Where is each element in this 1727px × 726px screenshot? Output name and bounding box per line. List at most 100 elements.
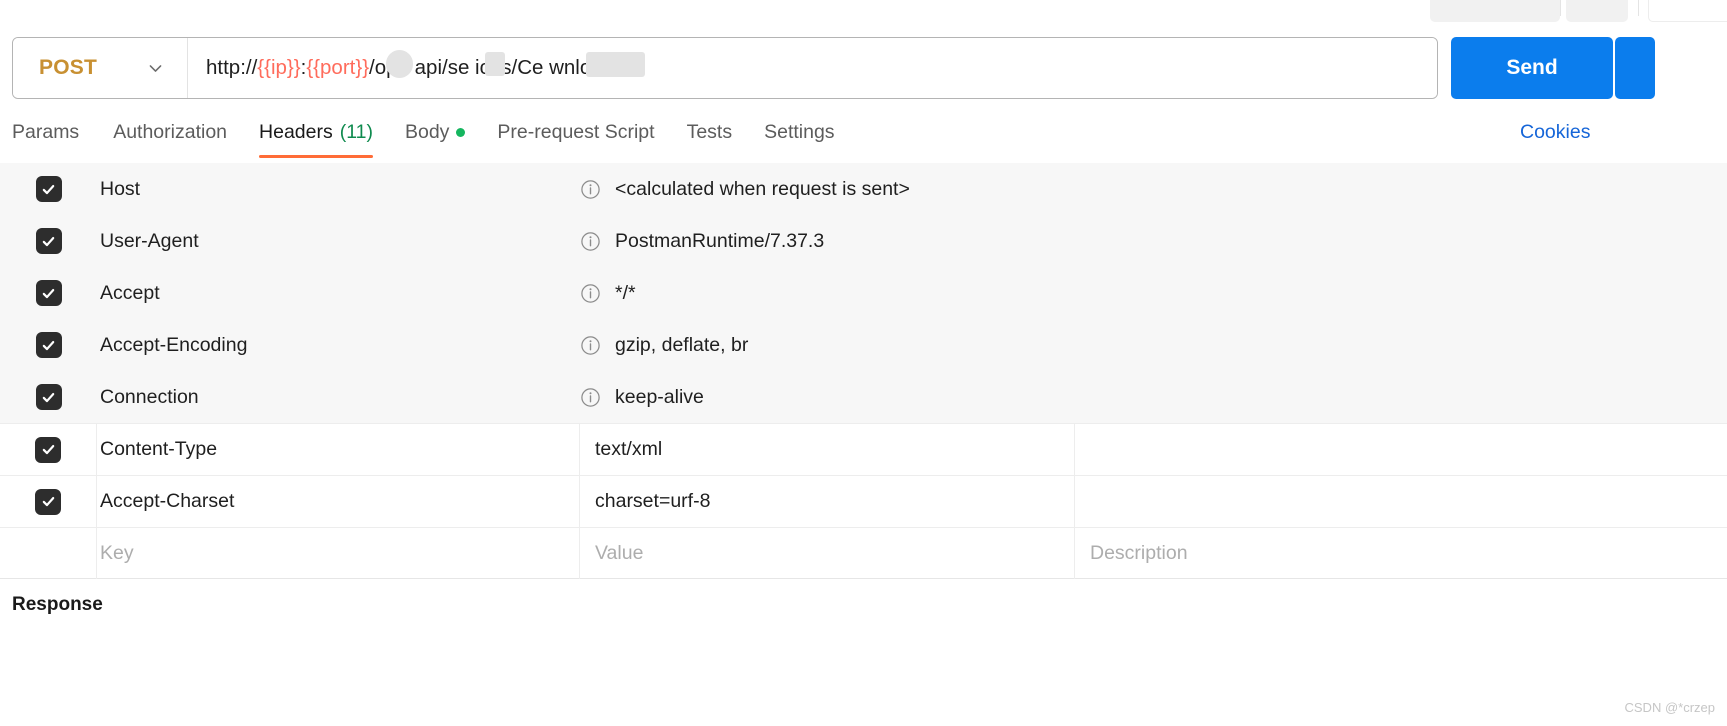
header-key-cell[interactable]: Accept-Charset <box>97 475 580 528</box>
header-value-cell[interactable]: keep-alive <box>580 371 1075 423</box>
new-header-value-input[interactable]: Value <box>580 527 1075 579</box>
tab-headers[interactable]: Headers (11) <box>259 118 373 158</box>
info-circle-icon[interactable] <box>580 387 601 408</box>
tab-body[interactable]: Body <box>404 118 466 158</box>
tab-label: Body <box>404 121 450 143</box>
header-key-cell[interactable]: Accept-Encoding <box>97 319 580 371</box>
header-enabled-cell <box>0 423 97 476</box>
url-variable-ip: {{ip}} <box>257 56 301 79</box>
header-value-cell[interactable]: PostmanRuntime/7.37.3 <box>580 215 1075 267</box>
header-enabled-cell <box>0 384 97 410</box>
header-description-cell[interactable] <box>1075 371 1727 423</box>
header-enabled-checkbox[interactable] <box>35 176 62 202</box>
header-value-cell[interactable]: <calculated when request is sent> <box>580 163 1075 215</box>
header-description-cell[interactable] <box>1075 215 1727 267</box>
header-enabled-cell <box>0 176 97 202</box>
header-description-cell[interactable] <box>1075 267 1727 319</box>
tab-authorization[interactable]: Authorization <box>113 118 227 158</box>
table-row[interactable]: Connection keep-alive <box>0 371 1727 423</box>
header-enabled-checkbox[interactable] <box>35 488 61 515</box>
header-value-cell[interactable]: gzip, deflate, br <box>580 319 1075 371</box>
watermark: CSDN @*crzep <box>1624 700 1716 715</box>
header-value-cell[interactable]: charset=urf-8 <box>580 475 1075 528</box>
tab-tests[interactable]: Tests <box>687 118 733 158</box>
header-enabled-checkbox[interactable] <box>35 228 62 254</box>
cookies-link[interactable]: Cookies <box>1520 121 1590 144</box>
table-row[interactable]: Host <calculated when request is sent> <box>0 163 1727 215</box>
response-section-title: Response <box>12 594 103 615</box>
header-enabled-cell <box>0 228 97 254</box>
info-circle-icon[interactable] <box>580 179 601 200</box>
table-row-new[interactable]: Key Value Description <box>0 527 1727 579</box>
tab-label: Params <box>12 121 80 143</box>
tab-label: Authorization <box>113 121 228 143</box>
tab-label: Pre-request Script <box>497 121 655 143</box>
header-value-text: text/xml <box>595 438 663 460</box>
header-description-cell[interactable] <box>1075 424 1727 476</box>
send-options-button[interactable] <box>1615 37 1655 99</box>
chrome-divider-2 <box>1638 0 1639 16</box>
header-enabled-checkbox[interactable] <box>35 280 62 306</box>
table-row[interactable]: User-Agent PostmanRuntime/7.37.3 <box>0 215 1727 267</box>
url-scheme: http:// <box>206 56 258 79</box>
http-method-dropdown[interactable]: POST <box>13 38 188 98</box>
header-enabled-checkbox[interactable] <box>35 384 62 410</box>
checkmark-icon <box>42 392 55 402</box>
table-row[interactable]: Accept-Encoding gzip, deflate, br <box>0 319 1727 371</box>
url-path: /ope api/se ices/Ce wnload <box>369 56 615 79</box>
window-chrome-strip <box>0 0 1727 22</box>
http-method-label: POST <box>39 56 97 79</box>
header-enabled-cell <box>0 280 97 306</box>
tab-pre-request-script[interactable]: Pre-request Script <box>497 118 654 158</box>
header-value-text: <calculated when request is sent> <box>615 177 910 200</box>
header-enabled-checkbox[interactable] <box>35 436 61 463</box>
header-value-text: PostmanRuntime/7.37.3 <box>615 229 825 252</box>
tab-label: Headers <box>259 121 333 143</box>
url-variable-port: {{port}} <box>306 56 370 79</box>
header-enabled-cell <box>0 475 97 528</box>
table-row[interactable]: Content-Type text/xml <box>0 423 1727 476</box>
body-modified-dot-icon <box>456 128 466 137</box>
chevron-down-icon <box>147 60 164 77</box>
tab-label: Tests <box>686 121 733 143</box>
header-key-cell[interactable]: User-Agent <box>97 215 580 267</box>
request-url-bar: POST http://{{ip}}: {{port}}/ope api/se i… <box>12 37 1727 99</box>
url-input[interactable]: http://{{ip}}: {{port}}/ope api/se ices/C… <box>188 38 1437 98</box>
header-key-cell[interactable]: Host <box>97 163 580 215</box>
header-value-text: */* <box>615 281 636 304</box>
header-enabled-cell <box>0 332 97 358</box>
checkmark-icon <box>42 288 55 298</box>
info-circle-icon[interactable] <box>580 231 601 252</box>
header-value-cell[interactable]: */* <box>580 267 1075 319</box>
table-row[interactable]: Accept */* <box>0 267 1727 319</box>
header-key-cell[interactable]: Connection <box>97 371 580 423</box>
new-header-description-input[interactable]: Description <box>1075 527 1727 579</box>
header-value-cell[interactable]: text/xml <box>580 423 1075 476</box>
header-description-cell[interactable] <box>1075 163 1727 215</box>
table-row[interactable]: Accept-Charset charset=urf-8 <box>0 475 1727 528</box>
new-header-key-input[interactable]: Key <box>97 527 580 579</box>
checkmark-icon <box>42 340 55 350</box>
send-button[interactable]: Send <box>1451 37 1613 99</box>
header-key-cell[interactable]: Accept <box>97 267 580 319</box>
tab-params[interactable]: Params <box>12 118 79 158</box>
header-value-text: charset=urf-8 <box>595 490 711 512</box>
header-value-text: gzip, deflate, br <box>615 333 749 356</box>
chrome-pill-right[interactable] <box>1648 0 1727 22</box>
info-circle-icon[interactable] <box>580 335 601 356</box>
header-description-cell[interactable] <box>1075 476 1727 528</box>
header-description-cell[interactable] <box>1075 319 1727 371</box>
header-value-text: keep-alive <box>615 385 704 408</box>
header-enabled-checkbox[interactable] <box>35 332 62 358</box>
header-key-cell[interactable]: Content-Type <box>97 423 580 476</box>
checkmark-icon <box>42 236 55 246</box>
checkmark-icon <box>42 444 54 455</box>
tab-label: Settings <box>764 121 835 143</box>
request-tab-bar: Params Authorization Headers (11) Body Pre-re… <box>0 118 1727 163</box>
tab-count-badge: (11) <box>339 121 373 143</box>
info-circle-icon[interactable] <box>580 283 601 304</box>
headers-table: Host <calculated when request is sent> Use… <box>0 163 1727 579</box>
tab-settings[interactable]: Settings <box>764 118 834 158</box>
chrome-pill-mid[interactable] <box>1566 0 1628 22</box>
chrome-pill-left[interactable] <box>1430 0 1560 22</box>
